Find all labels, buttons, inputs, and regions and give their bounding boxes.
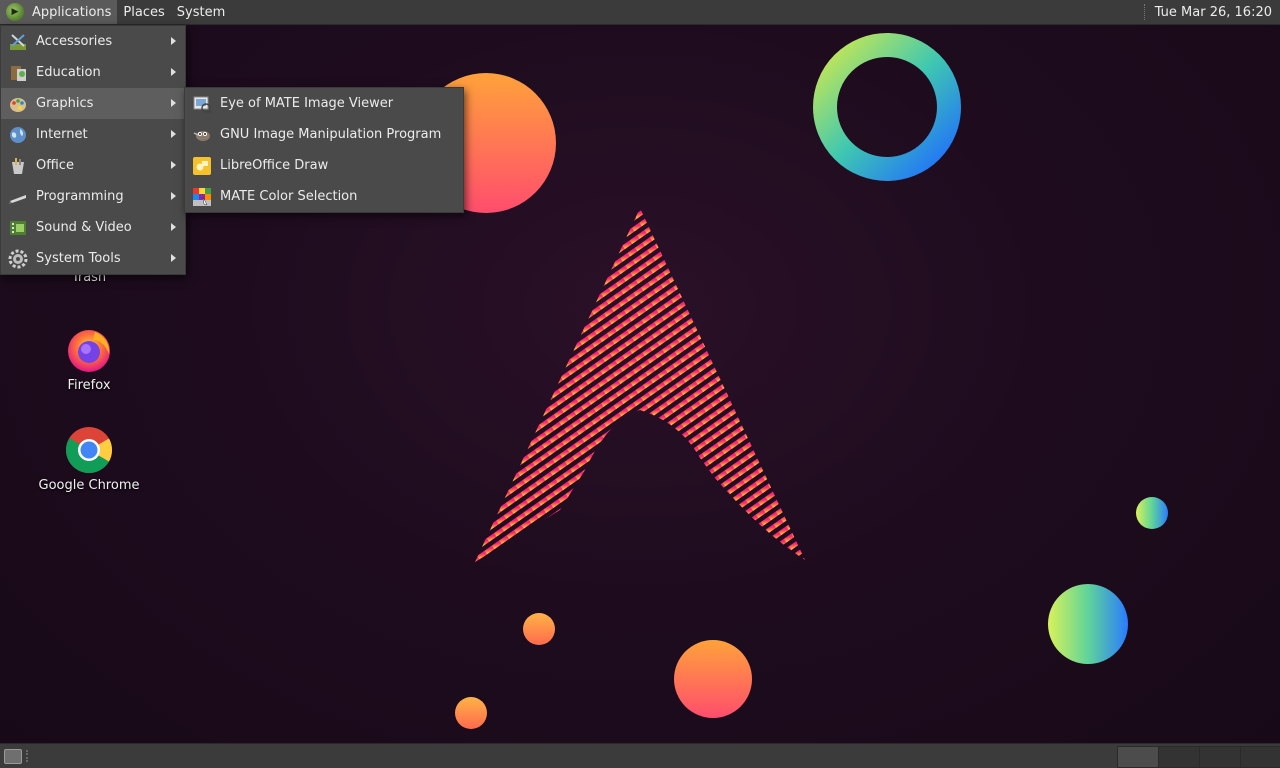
clock[interactable]: Tue Mar 26, 16:20 <box>1155 5 1272 20</box>
office-icon <box>12 157 24 174</box>
system-label: System <box>176 4 226 20</box>
internet-icon <box>10 126 26 143</box>
menu-item-internet[interactable]: Internet <box>1 119 185 150</box>
menu-item-label: Internet <box>36 127 88 142</box>
submenu-item-eye-of-mate[interactable]: Eye of MATE Image Viewer <box>185 88 463 119</box>
firefox-icon <box>68 330 110 372</box>
programming-icon <box>9 194 26 204</box>
show-desktop-icon[interactable] <box>4 749 22 764</box>
menu-item-label: Sound & Video <box>36 220 132 235</box>
accessories-icon <box>10 33 26 50</box>
color-selection-icon <box>193 187 211 206</box>
menu-item-sound-video[interactable]: Sound & Video <box>1 212 185 243</box>
gimp-icon <box>193 130 210 141</box>
submenu-arrow-icon <box>171 254 176 262</box>
top-panel: ▶ Applications Places System Tue Mar 26,… <box>0 0 1280 25</box>
desktop-icon-firefox[interactable]: Firefox <box>34 326 144 393</box>
applications-menu: Accessories Education Graphics Internet … <box>0 25 186 275</box>
menu-item-accessories[interactable]: Accessories <box>1 26 185 57</box>
submenu-arrow-icon <box>171 68 176 76</box>
graphics-submenu: Eye of MATE Image Viewer GNU Image Manip… <box>184 87 464 213</box>
submenu-item-libreoffice-draw[interactable]: LibreOffice Draw <box>185 150 463 181</box>
places-menu-button[interactable]: Places <box>117 0 170 24</box>
workspace-2[interactable] <box>1158 746 1200 768</box>
education-icon <box>11 65 26 81</box>
menu-item-label: System Tools <box>36 251 121 266</box>
submenu-arrow-icon <box>171 192 176 200</box>
menu-item-label: Accessories <box>36 34 113 49</box>
panel-separator <box>1143 4 1147 20</box>
system-tools-icon <box>8 249 28 268</box>
menu-item-graphics[interactable]: Graphics <box>1 88 185 119</box>
submenu-arrow-icon <box>171 161 176 169</box>
desktop: Trash Firefox Google Chrome ▶ Applicatio… <box>0 0 1280 768</box>
bottom-panel <box>0 743 1280 768</box>
libreoffice-draw-icon <box>193 156 211 175</box>
submenu-item-label: LibreOffice Draw <box>220 158 329 173</box>
menu-item-label: Graphics <box>36 96 94 111</box>
menu-item-label: Education <box>36 65 101 80</box>
workspace-4[interactable] <box>1240 746 1280 768</box>
submenu-arrow-icon <box>171 130 176 138</box>
submenu-arrow-icon <box>171 37 176 45</box>
workspace-1[interactable] <box>1117 746 1159 768</box>
panel-grip <box>26 750 31 762</box>
sound-video-icon <box>10 220 26 235</box>
chrome-icon <box>66 427 113 474</box>
desktop-icon-label: Google Chrome <box>38 478 140 493</box>
places-label: Places <box>123 4 165 20</box>
submenu-arrow-icon <box>171 99 176 107</box>
image-viewer-icon <box>193 96 212 114</box>
menu-item-label: Programming <box>36 189 124 204</box>
submenu-item-label: MATE Color Selection <box>220 189 358 204</box>
submenu-item-mate-color-selection[interactable]: MATE Color Selection <box>185 181 463 212</box>
menu-item-education[interactable]: Education <box>1 57 185 88</box>
submenu-item-gimp[interactable]: GNU Image Manipulation Program <box>185 119 463 150</box>
menu-item-system-tools[interactable]: System Tools <box>1 243 185 274</box>
mate-logo-icon: ▶ <box>6 3 24 21</box>
menu-item-label: Office <box>36 158 74 173</box>
desktop-icon-label: Firefox <box>67 378 111 393</box>
submenu-arrow-icon <box>171 223 176 231</box>
applications-menu-button[interactable]: ▶ Applications <box>0 0 118 24</box>
submenu-item-label: Eye of MATE Image Viewer <box>220 96 394 111</box>
desktop-icon-google-chrome[interactable]: Google Chrome <box>34 426 144 493</box>
system-menu-button[interactable]: System <box>171 0 231 24</box>
menu-item-programming[interactable]: Programming <box>1 181 185 212</box>
applications-label: Applications <box>32 4 112 20</box>
submenu-item-label: GNU Image Manipulation Program <box>220 127 442 142</box>
menu-item-office[interactable]: Office <box>1 150 185 181</box>
workspace-3[interactable] <box>1199 746 1241 768</box>
graphics-icon <box>10 97 26 112</box>
